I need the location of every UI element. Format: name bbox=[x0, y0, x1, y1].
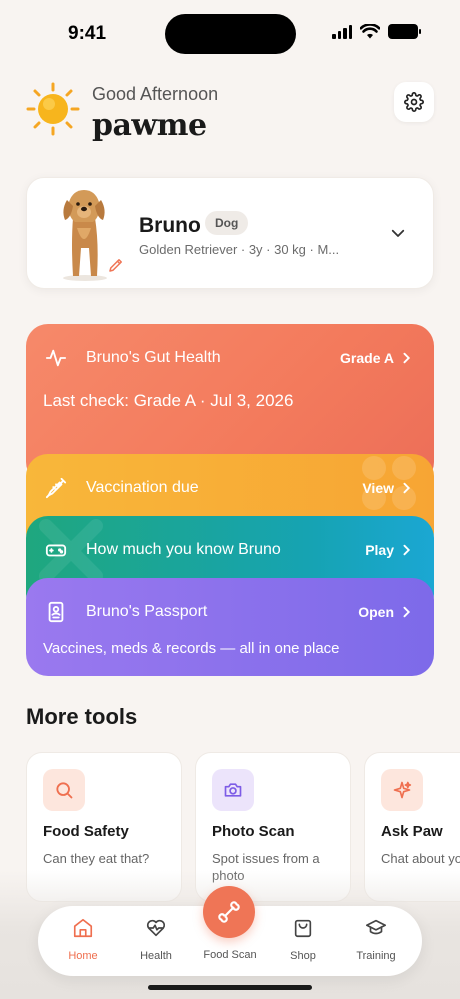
passport-title: Bruno's Passport bbox=[86, 603, 208, 620]
chevron-right-icon bbox=[403, 482, 411, 494]
tab-label: Home bbox=[68, 950, 98, 962]
quiz-action[interactable]: Play bbox=[365, 542, 412, 558]
gut-health-action[interactable]: Grade A bbox=[340, 350, 412, 366]
vaccination-action-label: View bbox=[362, 480, 394, 496]
gamepad-icon bbox=[44, 538, 68, 562]
shopping-bag-icon bbox=[291, 916, 315, 940]
status-bar: 9:41 bbox=[0, 0, 460, 64]
pet-name: Bruno bbox=[139, 214, 201, 237]
greeting-text: Good Afternoon bbox=[92, 84, 219, 104]
tab-home[interactable]: Home bbox=[50, 916, 116, 968]
chevron-right-icon bbox=[403, 544, 411, 556]
dynamic-island bbox=[165, 14, 296, 54]
camera-icon bbox=[212, 769, 254, 811]
brand-title: pawme bbox=[92, 108, 207, 143]
pet-profile-card[interactable]: Bruno Dog Golden Retriever · 3y · 30 kg … bbox=[26, 177, 434, 289]
battery-icon bbox=[388, 24, 421, 39]
chevron-down-icon[interactable] bbox=[389, 224, 407, 242]
tab-label: Health bbox=[140, 950, 172, 962]
chevron-right-icon bbox=[403, 606, 411, 618]
search-icon bbox=[43, 769, 85, 811]
tab-training[interactable]: Training bbox=[343, 916, 409, 968]
tab-label-food-scan: Food Scan bbox=[203, 949, 257, 961]
tool-description: Can they eat that? bbox=[43, 851, 150, 866]
bone-icon bbox=[218, 901, 240, 923]
pet-meta: Golden Retriever · 3y · 30 kg · M... bbox=[139, 242, 340, 257]
more-tools-title: More tools bbox=[26, 704, 138, 729]
syringe-icon bbox=[44, 476, 68, 500]
wifi-icon bbox=[360, 24, 380, 39]
tab-health[interactable]: Health bbox=[123, 916, 189, 968]
gear-icon bbox=[404, 92, 424, 112]
pencil-icon[interactable] bbox=[107, 256, 125, 274]
passport-card[interactable]: Bruno's Passport Open Vaccines, meds & r… bbox=[26, 578, 434, 676]
cellular-signal-icon bbox=[332, 24, 352, 39]
graduation-cap-icon bbox=[364, 916, 388, 940]
status-icons bbox=[332, 24, 421, 39]
tab-shop[interactable]: Shop bbox=[270, 916, 336, 968]
gut-health-last-check: Last check: Grade A · Jul 3, 2026 bbox=[43, 391, 294, 410]
species-badge: Dog bbox=[205, 211, 249, 235]
heart-pulse-icon bbox=[144, 916, 168, 940]
tool-description: Chat about your pet bbox=[381, 851, 460, 866]
settings-button[interactable] bbox=[394, 82, 434, 122]
food-scan-button[interactable] bbox=[203, 886, 255, 938]
passport-action[interactable]: Open bbox=[358, 604, 412, 620]
passport-action-label: Open bbox=[358, 604, 394, 620]
tool-name: Ask Paw bbox=[381, 823, 443, 840]
status-time: 9:41 bbox=[68, 23, 107, 44]
gut-health-grade: Grade A bbox=[340, 350, 394, 366]
gut-health-title: Bruno's Gut Health bbox=[86, 349, 221, 366]
tab-label: Shop bbox=[290, 950, 316, 962]
pulse-icon bbox=[44, 346, 68, 370]
home-indicator bbox=[148, 985, 312, 990]
passport-subtitle: Vaccines, meds & records — all in one pl… bbox=[43, 640, 340, 657]
vaccination-title: Vaccination due bbox=[86, 479, 199, 496]
quiz-action-label: Play bbox=[365, 542, 394, 558]
sparkle-icon bbox=[381, 769, 423, 811]
quiz-title: How much you know Bruno bbox=[86, 541, 281, 558]
health-card-stack: Bruno's Gut Health Grade A Last check: G… bbox=[26, 324, 434, 676]
pet-photo bbox=[63, 190, 107, 281]
header: Good Afternoon pawme bbox=[26, 80, 434, 150]
sun-icon bbox=[26, 82, 80, 136]
tab-label: Training bbox=[356, 950, 396, 962]
tool-name: Food Safety bbox=[43, 823, 129, 840]
vaccination-action[interactable]: View bbox=[362, 480, 412, 496]
chevron-right-icon bbox=[403, 352, 411, 364]
home-icon bbox=[71, 916, 95, 940]
tool-name: Photo Scan bbox=[212, 823, 295, 840]
passport-icon bbox=[44, 600, 68, 624]
